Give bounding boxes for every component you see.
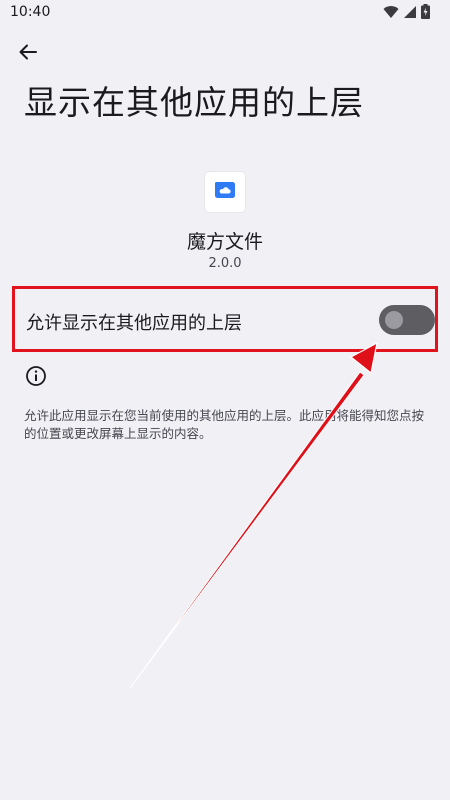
status-bar: 10:40 [0,0,450,26]
app-name: 魔方文件 [186,231,263,253]
app-icon [205,172,245,212]
wifi-icon [383,4,399,23]
permission-toggle-row[interactable]: 允许显示在其他应用的上层 [12,286,438,352]
signal-icon [403,4,417,23]
permission-label: 允许显示在其他应用的上层 [26,313,242,334]
arrow-back-icon [19,44,37,64]
back-button[interactable] [12,38,44,70]
toggle-thumb [385,311,403,329]
folder-cloud-icon [214,180,236,204]
permission-description: 允许此应用显示在您当前使用的其他应用的上层。此应用将能得知您点按的位置或更改屏幕… [24,408,425,441]
info-icon [25,365,47,387]
page-title: 显示在其他应用的上层 [24,83,364,122]
status-icons [383,4,430,23]
battery-charging-icon [421,4,430,23]
status-time: 10:40 [10,4,51,20]
app-version: 2.0.0 [208,256,242,271]
overlay-permission-toggle[interactable] [379,305,435,335]
